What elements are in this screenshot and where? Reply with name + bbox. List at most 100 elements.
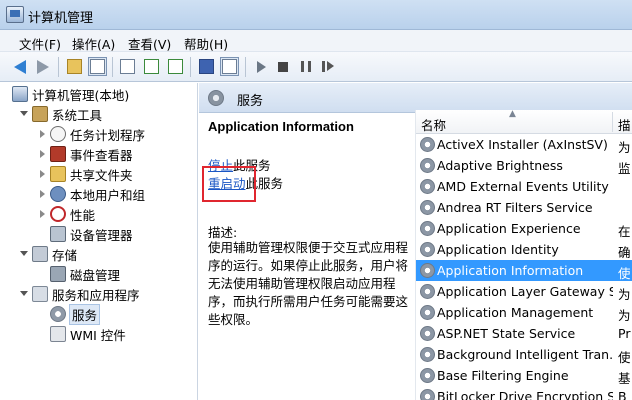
service-row[interactable]: Adaptive Brightness 监 [416,155,632,176]
sort-ascending-icon: ▲ [509,109,516,119]
disk-icon [50,266,66,282]
service-row[interactable]: Base Filtering Engine 基 [416,365,632,386]
service-row[interactable]: Application Layer Gateway S... 为 [416,281,632,302]
export-list-button[interactable] [166,57,185,76]
service-description: 确 [618,245,631,260]
help-button[interactable] [197,57,216,76]
menu-help[interactable]: 帮助(H) [184,34,228,53]
stop-service-button[interactable] [273,57,292,76]
tree-item-services[interactable]: 服务 [50,303,101,325]
service-row[interactable]: Application Information 使 [416,260,632,281]
event-viewer-icon [50,146,66,162]
show-action-pane-button[interactable] [220,57,239,76]
tree-item-root[interactable]: 计算机管理(本地) [12,84,129,104]
service-row[interactable]: ASP.NET State Service Pr [416,323,632,344]
expand-icon[interactable] [38,170,46,178]
service-row[interactable]: Background Intelligent Tran... 使 [416,344,632,365]
tree-item-label: 共享文件夹 [70,167,133,183]
tree-item-task-scheduler[interactable]: 任务计划程序 [38,124,145,144]
services-pane: 服务 Application Information 停止此服务 重启动此服务 … [199,83,632,400]
service-name: Andrea RT Filters Service [437,200,593,215]
collapse-icon[interactable] [20,290,28,298]
menu-file[interactable]: 文件(F) [19,34,61,53]
start-service-button[interactable] [252,57,271,76]
service-description: B [618,389,627,400]
expand-icon[interactable] [38,210,46,218]
services-header: 服务 [199,83,632,113]
menu-action[interactable]: 操作(A) [72,34,115,53]
service-description: 为 [618,140,631,155]
collapse-icon[interactable] [20,250,28,258]
refresh-button[interactable] [142,57,161,76]
tree-item-label: 系统工具 [52,107,103,123]
gear-icon [420,389,435,400]
description-text: 使用辅助管理权限便于交互式应用程序的运行。如果停止此服务，用户将无法使用辅助管理… [208,240,409,327]
properties-button[interactable] [118,57,137,76]
expand-icon[interactable] [38,130,46,138]
service-name: Application Layer Gateway S... [437,284,613,299]
gear-icon [420,326,435,341]
column-divider[interactable] [612,112,613,132]
gear-icon [420,305,435,320]
column-header-description[interactable]: 描 [618,115,631,134]
tree-item-shared-folders[interactable]: 共享文件夹 [38,164,133,184]
clock-icon [50,126,66,142]
restart-service-button[interactable] [318,57,337,76]
gear-icon [420,137,435,152]
gear-icon [420,347,435,362]
play-icon [257,60,266,73]
service-description: 基 [618,371,631,386]
service-name: ASP.NET State Service [437,326,576,341]
service-row[interactable]: AMD External Events Utility [416,176,632,197]
service-description: Pr [618,326,631,341]
forward-button[interactable] [33,57,52,76]
service-row[interactable]: Application Management 为 [416,302,632,323]
tree-item-disk-management[interactable]: 磁盘管理 [50,264,120,284]
services-apps-icon [32,286,48,302]
service-row[interactable]: ActiveX Installer (AxInstSV) 为 [416,134,632,155]
tree-item-event-viewer[interactable]: 事件查看器 [38,144,133,164]
service-name: Base Filtering Engine [437,368,569,383]
tree-item-label: 服务和应用程序 [52,287,140,303]
device-manager-icon [50,226,66,242]
up-folder-button[interactable] [65,57,84,76]
tree-item-wmi[interactable]: WMI 控件 [50,324,126,344]
gear-icon [208,90,224,106]
tree-item-system-tools[interactable]: 系统工具 [20,104,102,124]
restart-icon [322,61,334,72]
tree-item-label: 性能 [70,207,96,223]
tree-item-performance[interactable]: 性能 [38,204,95,224]
show-hide-tree-button[interactable] [88,57,107,76]
tree-item-label: WMI 控件 [70,327,126,343]
service-row[interactable]: BitLocker Drive Encryption S... B [416,386,632,400]
toolbar-separator [112,57,113,77]
expand-icon[interactable] [38,150,46,158]
collapse-icon[interactable] [20,110,28,118]
tree-item-label: 磁盘管理 [70,267,121,283]
tree-item-storage[interactable]: 存储 [20,244,77,264]
pause-service-button[interactable] [296,57,315,76]
tools-icon [32,106,48,122]
tree-item-label: 计算机管理(本地) [32,87,130,103]
service-row[interactable]: Application Identity 确 [416,239,632,260]
services-list: ▲ 名称 描 ActiveX Installer (AxInstSV) 为 Adap… [415,109,632,400]
services-header-title: 服务 [237,94,264,109]
back-button[interactable] [10,57,29,76]
console-tree: 计算机管理(本地) 系统工具 任务计划程序 事件查看器 共享文件夹 本地用户和组… [0,83,198,400]
back-arrow-icon [13,59,26,74]
column-header-name[interactable]: 名称 [421,115,446,134]
tree-item-services-apps[interactable]: 服务和应用程序 [20,284,140,304]
console-tree-icon [90,59,105,74]
refresh-icon [144,59,159,74]
tree-item-device-manager[interactable]: 设备管理器 [50,224,133,244]
service-row[interactable]: Andrea RT Filters Service [416,197,632,218]
gear-icon [420,200,435,215]
menu-view[interactable]: 查看(V) [128,34,171,53]
tree-item-local-users[interactable]: 本地用户和组 [38,184,145,204]
tree-item-label: 服务 [68,303,101,325]
expand-icon[interactable] [38,190,46,198]
service-name: Application Management [437,305,594,320]
service-row[interactable]: Application Experience 在 [416,218,632,239]
toolbar [0,52,632,82]
users-icon [50,186,66,202]
